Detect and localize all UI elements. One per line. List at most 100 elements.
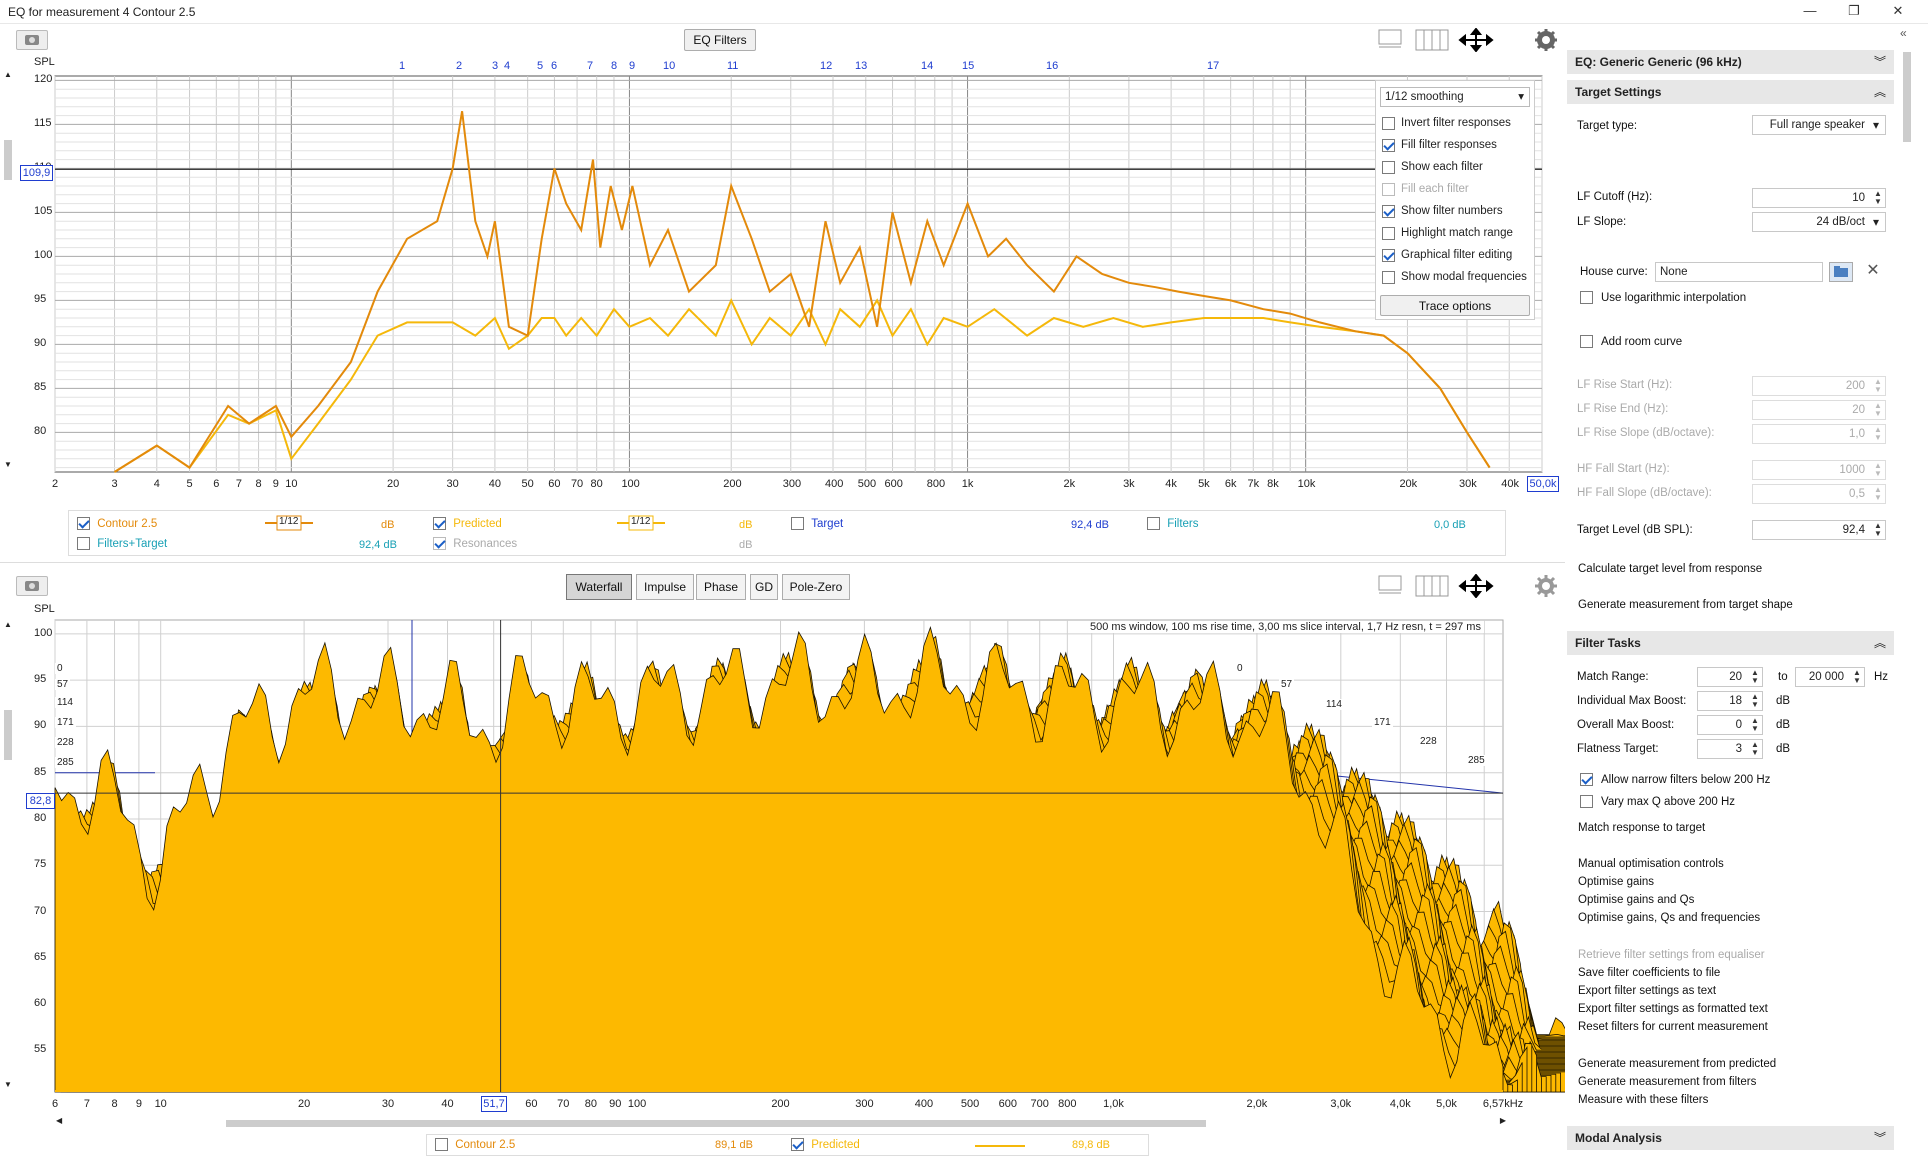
trace-options-button[interactable]: Trace options [1380, 295, 1530, 316]
task-export-text[interactable]: Export filter settings as text [1578, 985, 1716, 997]
task-gen-filters[interactable]: Generate measurement from filters [1578, 1076, 1756, 1088]
filter-number-label[interactable]: 6 [551, 60, 557, 72]
match-from-field[interactable]: 20 ▲ ▼ [1697, 667, 1763, 687]
task-measure-with[interactable]: Measure with these filters [1578, 1094, 1708, 1106]
multi-view-icon[interactable] [1414, 28, 1450, 52]
checkbox-icon[interactable] [1382, 270, 1395, 284]
task-opt-gains-qs-freq[interactable]: Optimise gains, Qs and frequencies [1578, 912, 1760, 924]
filter-number-label[interactable]: 1 [399, 60, 405, 72]
legend-contour[interactable]: Contour 2.5 [77, 517, 157, 530]
trace-option-show-modal-frequencies[interactable]: Show modal frequencies [1382, 269, 1527, 287]
checkbox-icon[interactable] [1382, 248, 1395, 262]
checkbox-icon[interactable] [1382, 182, 1395, 196]
target-type-dropdown[interactable]: Full range speaker [1752, 115, 1886, 135]
trace-option-graphical-filter-editing[interactable]: Graphical filter editing [1382, 247, 1512, 265]
task-save-coeffs[interactable]: Save filter coefficients to file [1578, 967, 1720, 979]
capture-icon-bottom[interactable] [16, 576, 48, 596]
filter-number-label[interactable]: 12 [820, 60, 832, 72]
task-gen-predicted[interactable]: Generate measurement from predicted [1578, 1058, 1776, 1070]
filter-number-label[interactable]: 13 [855, 60, 867, 72]
checkbox-icon[interactable] [1382, 204, 1395, 218]
target-level-field[interactable]: 92,4 ▲ ▼ [1752, 520, 1886, 540]
filter-number-label[interactable]: 4 [504, 60, 510, 72]
clear-house-curve-icon[interactable]: ✕ [1862, 262, 1884, 282]
contour-smoothing-badge[interactable]: 1/12 [265, 514, 313, 532]
panel-collapse-icon[interactable]: « [1900, 26, 1907, 40]
minimize-button[interactable]: — [1788, 0, 1832, 24]
checkbox-icon[interactable] [1382, 116, 1395, 130]
spinner-icon[interactable]: ▲ ▼ [1873, 522, 1883, 538]
match-to-field[interactable]: 20 000 ▲ ▼ [1795, 667, 1865, 687]
smoothing-dropdown[interactable]: 1/12 smoothing ▾ [1380, 87, 1530, 107]
filter-number-label[interactable]: 17 [1207, 60, 1219, 72]
filter-number-label[interactable]: 15 [962, 60, 974, 72]
folder-open-icon[interactable] [1829, 262, 1853, 282]
task-match-response[interactable]: Match response to target [1578, 822, 1705, 834]
allow-narrow-checkbox[interactable]: Allow narrow filters below 200 Hz [1580, 772, 1770, 787]
settings-gear-icon[interactable] [1534, 28, 1558, 52]
tab-phase[interactable]: Phase [696, 574, 746, 600]
filter-number-label[interactable]: 14 [921, 60, 933, 72]
filter-number-label[interactable]: 11 [727, 60, 738, 72]
legend-filters[interactable]: Filters [1147, 517, 1199, 530]
checkbox-icon[interactable] [1382, 138, 1395, 152]
predicted-smoothing-badge[interactable]: 1/12 [617, 514, 665, 532]
gen-measurement-target-link[interactable]: Generate measurement from target shape [1578, 599, 1793, 611]
spinner-icon[interactable]: ▲ ▼ [1750, 717, 1760, 733]
waterfall-chart[interactable] [0, 600, 1565, 1120]
legend-resonances[interactable]: Resonances [433, 537, 517, 550]
legend-filters-target[interactable]: Filters+Target [77, 537, 167, 550]
filter-number-label[interactable]: 7 [587, 60, 593, 72]
task-manual-opt[interactable]: Manual optimisation controls [1578, 858, 1724, 870]
spinner-icon[interactable]: ▲ ▼ [1750, 669, 1760, 685]
checkbox-icon[interactable] [1382, 226, 1395, 240]
single-view-icon-bottom[interactable] [1373, 574, 1407, 598]
eq-header[interactable]: EQ: Generic Generic (96 kHz) ︾ [1567, 50, 1894, 74]
spinner-icon[interactable]: ▲ ▼ [1873, 190, 1883, 206]
bottom-x-scrollbar[interactable]: ◀ ▶ [56, 1116, 1506, 1128]
target-settings-header[interactable]: Target Settings ︽ [1567, 80, 1894, 104]
maximize-button[interactable]: ❐ [1832, 0, 1876, 24]
capture-icon[interactable] [16, 30, 48, 50]
spinner-icon[interactable]: ▲ ▼ [1750, 741, 1760, 757]
trace-option-show-each-filter[interactable]: Show each filter [1382, 159, 1483, 177]
chart-splitter[interactable] [0, 562, 1565, 566]
trace-option-highlight-match-range[interactable]: Highlight match range [1382, 225, 1513, 243]
legend-target[interactable]: Target [791, 517, 843, 530]
task-opt-gains-qs[interactable]: Optimise gains and Qs [1578, 894, 1694, 906]
filter-tasks-header[interactable]: Filter Tasks ︽ [1567, 631, 1894, 655]
trace-option-fill-each-filter[interactable]: Fill each filter [1382, 181, 1469, 199]
spinner-icon[interactable]: ▲ ▼ [1750, 693, 1760, 709]
modal-analysis-header[interactable]: Modal Analysis ︾ [1567, 1126, 1894, 1150]
task-opt-gains[interactable]: Optimise gains [1578, 876, 1654, 888]
spinner-icon[interactable]: ▲ ▼ [1852, 669, 1862, 685]
close-button[interactable]: ✕ [1876, 0, 1920, 24]
single-view-icon[interactable] [1373, 28, 1407, 52]
max-boost-field[interactable]: 18 ▲ ▼ [1697, 691, 1763, 711]
lf-slope-dropdown[interactable]: 24 dB/oct [1752, 212, 1886, 232]
eq-filters-button[interactable]: EQ Filters [684, 29, 756, 51]
task-export-formatted[interactable]: Export filter settings as formatted text [1578, 1003, 1768, 1015]
legend-predicted[interactable]: Predicted [433, 517, 502, 530]
task-reset-filters[interactable]: Reset filters for current measurement [1578, 1021, 1768, 1033]
checkbox-icon[interactable] [1382, 160, 1395, 174]
multi-view-icon-bottom[interactable] [1414, 574, 1450, 598]
filter-number-label[interactable]: 2 [456, 60, 462, 72]
side-scrollbar[interactable] [1903, 52, 1911, 1142]
bottom-legend-predicted[interactable]: Predicted [791, 1138, 860, 1151]
overall-boost-field[interactable]: 0 ▲ ▼ [1697, 715, 1763, 735]
filter-number-label[interactable]: 8 [611, 60, 617, 72]
trace-option-invert-filter-responses[interactable]: Invert filter responses [1382, 115, 1511, 133]
settings-gear-icon-bottom[interactable] [1534, 574, 1558, 598]
log-interp-checkbox[interactable]: Use logarithmic interpolation [1580, 290, 1746, 305]
fit-axes-icon[interactable] [1458, 27, 1494, 53]
flatness-field[interactable]: 3 ▲ ▼ [1697, 739, 1763, 759]
tab-gd[interactable]: GD [750, 574, 778, 600]
house-curve-field[interactable]: None [1655, 262, 1823, 282]
vary-q-checkbox[interactable]: Vary max Q above 200 Hz [1580, 794, 1735, 809]
tab-waterfall[interactable]: Waterfall [566, 574, 632, 600]
filter-number-label[interactable]: 9 [629, 60, 635, 72]
tab-impulse[interactable]: Impulse [636, 574, 694, 600]
trace-option-show-filter-numbers[interactable]: Show filter numbers [1382, 203, 1503, 221]
calc-target-link[interactable]: Calculate target level from response [1578, 563, 1762, 575]
